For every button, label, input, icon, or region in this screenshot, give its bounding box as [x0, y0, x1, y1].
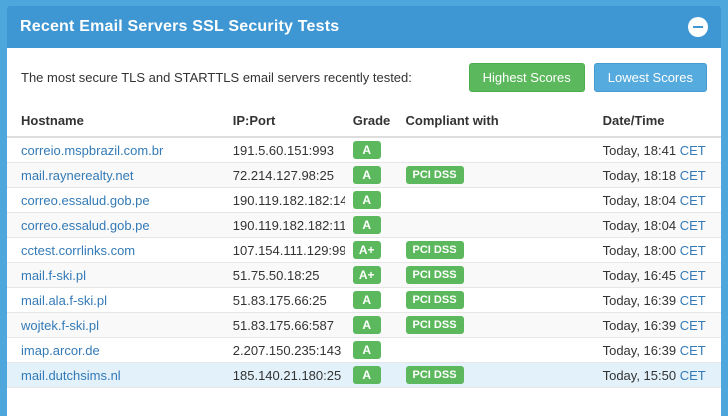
- intro-text: The most secure TLS and STARTTLS email s…: [21, 70, 460, 85]
- panel-body: The most secure TLS and STARTTLS email s…: [7, 48, 721, 416]
- grade-badge: A: [353, 141, 381, 159]
- date-text: Today, 16:45: [603, 268, 676, 283]
- table-row: mail.ala.f-ski.pl 51.83.175.66:25 A PCI …: [7, 288, 721, 313]
- timezone-link[interactable]: CET: [680, 218, 706, 233]
- hostname-link[interactable]: mail.dutchsims.nl: [21, 368, 121, 383]
- timezone-link[interactable]: CET: [680, 268, 706, 283]
- hostname-link[interactable]: mail.ala.f-ski.pl: [21, 293, 107, 308]
- compliance-badge: PCI DSS: [406, 366, 464, 384]
- column-header-datetime: Date/Time: [595, 105, 721, 137]
- hostname-link[interactable]: cctest.corrlinks.com: [21, 243, 135, 258]
- grade-badge: A: [353, 216, 381, 234]
- date-text: Today, 18:04: [603, 193, 676, 208]
- column-header-hostname: Hostname: [7, 105, 225, 137]
- date-text: Today, 16:39: [603, 343, 676, 358]
- timezone-link[interactable]: CET: [680, 368, 706, 383]
- highest-scores-button[interactable]: Highest Scores: [469, 63, 585, 92]
- panel-header: Recent Email Servers SSL Security Tests: [7, 6, 721, 48]
- ip-port-cell: 2.207.150.235:143: [225, 338, 345, 363]
- table-row: mail.f-ski.pl 51.75.50.18:25 A+ PCI DSS …: [7, 263, 721, 288]
- hostname-link[interactable]: correo.essalud.gob.pe: [21, 193, 150, 208]
- hostname-link[interactable]: mail.raynerealty.net: [21, 168, 133, 183]
- ip-port-cell: 51.75.50.18:25: [225, 263, 345, 288]
- table-body: correio.mspbrazil.com.br 191.5.60.151:99…: [7, 137, 721, 388]
- grade-badge: A: [353, 166, 381, 184]
- column-header-compliant: Compliant with: [398, 105, 595, 137]
- grade-badge: A: [353, 316, 381, 334]
- date-text: Today, 16:39: [603, 293, 676, 308]
- table-row: imap.arcor.de 2.207.150.235:143 A Today,…: [7, 338, 721, 363]
- compliance-badge: PCI DSS: [406, 316, 464, 334]
- ip-port-cell: 185.140.21.180:25: [225, 363, 345, 388]
- results-table: Hostname IP:Port Grade Compliant with Da…: [7, 105, 721, 388]
- ip-port-cell: 72.214.127.98:25: [225, 163, 345, 188]
- compliance-badge: PCI DSS: [406, 166, 464, 184]
- hostname-link[interactable]: wojtek.f-ski.pl: [21, 318, 99, 333]
- timezone-link[interactable]: CET: [680, 318, 706, 333]
- compliance-badge: PCI DSS: [406, 291, 464, 309]
- ip-port-cell: 107.154.111.129:995: [225, 238, 345, 263]
- timezone-link[interactable]: CET: [680, 243, 706, 258]
- table-row: mail.raynerealty.net 72.214.127.98:25 A …: [7, 163, 721, 188]
- lowest-scores-button[interactable]: Lowest Scores: [594, 63, 707, 92]
- grade-badge: A: [353, 366, 381, 384]
- hostname-link[interactable]: correo.essalud.gob.pe: [21, 218, 150, 233]
- panel-title: Recent Email Servers SSL Security Tests: [20, 18, 339, 36]
- ip-port-cell: 51.83.175.66:25: [225, 288, 345, 313]
- hostname-link[interactable]: mail.f-ski.pl: [21, 268, 86, 283]
- date-text: Today, 18:41: [603, 143, 676, 158]
- timezone-link[interactable]: CET: [680, 168, 706, 183]
- ip-port-cell: 51.83.175.66:587: [225, 313, 345, 338]
- ssl-tests-panel: Recent Email Servers SSL Security Tests …: [7, 6, 721, 416]
- table-row: wojtek.f-ski.pl 51.83.175.66:587 A PCI D…: [7, 313, 721, 338]
- grade-badge: A: [353, 191, 381, 209]
- ip-port-cell: 190.119.182.182:143: [225, 188, 345, 213]
- table-row: correo.essalud.gob.pe 190.119.182.182:14…: [7, 188, 721, 213]
- table-row: cctest.corrlinks.com 107.154.111.129:995…: [7, 238, 721, 263]
- hostname-link[interactable]: correio.mspbrazil.com.br: [21, 143, 163, 158]
- compliance-badge: PCI DSS: [406, 241, 464, 259]
- ip-port-cell: 191.5.60.151:993: [225, 137, 345, 163]
- column-header-grade: Grade: [345, 105, 398, 137]
- grade-badge: A: [353, 291, 381, 309]
- timezone-link[interactable]: CET: [680, 143, 706, 158]
- table-row: correio.mspbrazil.com.br 191.5.60.151:99…: [7, 137, 721, 163]
- date-text: Today, 15:50: [603, 368, 676, 383]
- column-header-ip-port: IP:Port: [225, 105, 345, 137]
- date-text: Today, 18:00: [603, 243, 676, 258]
- date-text: Today, 18:04: [603, 218, 676, 233]
- compliance-badge: PCI DSS: [406, 266, 464, 284]
- collapse-icon[interactable]: [688, 17, 708, 37]
- intro-row: The most secure TLS and STARTTLS email s…: [7, 48, 721, 105]
- ip-port-cell: 190.119.182.182:110: [225, 213, 345, 238]
- date-text: Today, 18:18: [603, 168, 676, 183]
- timezone-link[interactable]: CET: [680, 343, 706, 358]
- table-row: correo.essalud.gob.pe 190.119.182.182:11…: [7, 213, 721, 238]
- date-text: Today, 16:39: [603, 318, 676, 333]
- timezone-link[interactable]: CET: [680, 293, 706, 308]
- grade-badge: A+: [353, 266, 381, 284]
- timezone-link[interactable]: CET: [680, 193, 706, 208]
- grade-badge: A+: [353, 241, 381, 259]
- table-header-row: Hostname IP:Port Grade Compliant with Da…: [7, 105, 721, 137]
- table-row: mail.dutchsims.nl 185.140.21.180:25 A PC…: [7, 363, 721, 388]
- grade-badge: A: [353, 341, 381, 359]
- hostname-link[interactable]: imap.arcor.de: [21, 343, 100, 358]
